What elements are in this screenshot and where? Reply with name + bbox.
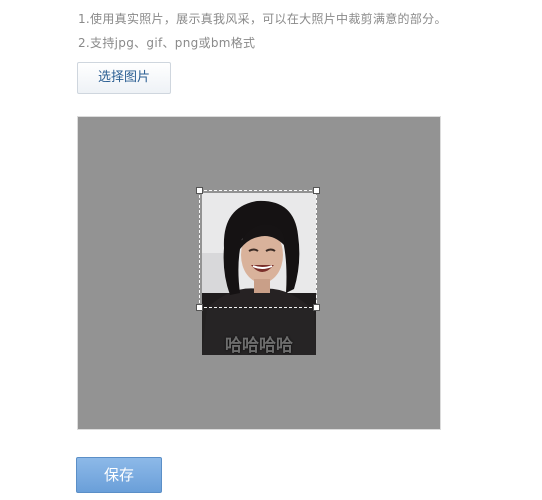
tip-line-2: 2.支持jpg、gif、png或bm格式 xyxy=(78,36,256,50)
resize-handle-bottom-left[interactable] xyxy=(196,304,203,311)
crop-selection-box[interactable] xyxy=(196,187,320,311)
crop-area[interactable]: 哈哈哈哈 xyxy=(77,116,441,430)
choose-image-button[interactable]: 选择图片 xyxy=(77,62,171,94)
tip-line-1: 1.使用真实照片，展示真我风采，可以在大照片中裁剪满意的部分。 xyxy=(78,12,447,26)
photo-caption: 哈哈哈哈 xyxy=(225,336,293,356)
save-button[interactable]: 保存 xyxy=(76,457,162,493)
resize-handle-top-right[interactable] xyxy=(313,187,320,194)
resize-handle-top-left[interactable] xyxy=(196,187,203,194)
resize-handle-bottom-right[interactable] xyxy=(313,304,320,311)
